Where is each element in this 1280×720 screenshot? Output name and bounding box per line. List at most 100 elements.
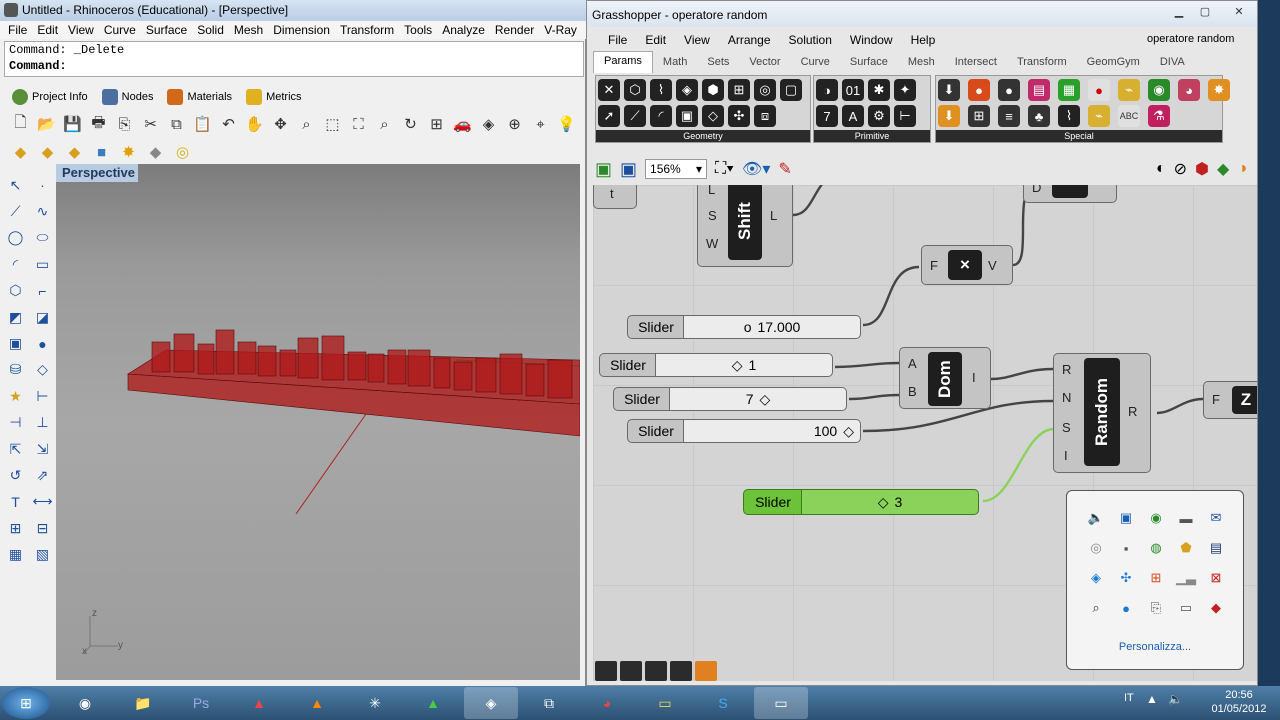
slider-17[interactable]: Slider o 17.000 <box>627 315 863 339</box>
box-param-icon[interactable]: ▣ <box>676 105 698 127</box>
shift-input-l[interactable]: L <box>708 185 715 197</box>
shield-icon[interactable]: ⬟ <box>1171 533 1201 563</box>
window-icon[interactable]: ▭ <box>1171 593 1201 623</box>
slider-1-track[interactable]: ◇ 1 <box>655 353 833 377</box>
perspective-viewport[interactable]: z x y <box>56 164 580 680</box>
download-icon[interactable]: ⬇ <box>938 79 960 101</box>
four-viewports-icon[interactable]: ⊞ <box>424 112 449 136</box>
gradient-icon[interactable]: ▤ <box>1028 79 1050 101</box>
preview-eye-icon[interactable]: 👁▾ <box>742 159 770 179</box>
tab-materials[interactable]: Materials <box>167 86 232 108</box>
explorer-taskbar-icon[interactable]: 📁 <box>116 687 170 719</box>
menu-edit[interactable]: Edit <box>33 21 64 39</box>
random-component[interactable]: R N S I Random R <box>1053 353 1151 473</box>
dom-output-i[interactable]: I <box>972 370 976 385</box>
undo-icon[interactable]: ↶ <box>216 112 241 136</box>
tree-icon[interactable]: ♣ <box>1028 105 1050 127</box>
vlc-taskbar-icon[interactable]: ▲ <box>290 687 344 719</box>
polygon-icon[interactable]: ⬡ <box>2 278 29 304</box>
number-param-icon[interactable]: ✱ <box>868 79 890 101</box>
tag-gray-icon[interactable]: ◆ <box>143 140 168 164</box>
random-output-r[interactable]: R <box>1128 404 1137 419</box>
gh-menu-help[interactable]: Help <box>902 29 945 51</box>
bottom-download-icon[interactable] <box>595 661 617 681</box>
shift-input-s[interactable]: S <box>708 208 717 223</box>
skype-tray-icon[interactable]: ● <box>1111 593 1141 623</box>
triangle-app-taskbar-icon[interactable]: ▲ <box>406 687 460 719</box>
tab-metrics[interactable]: Metrics <box>246 86 302 108</box>
tab-math[interactable]: Math <box>653 56 697 68</box>
sync-icon[interactable]: ✣ <box>1111 563 1141 593</box>
integer7-param-icon[interactable]: 7 <box>816 105 838 127</box>
menu-curve[interactable]: Curve <box>100 21 142 39</box>
gh-menu-window[interactable]: Window <box>841 29 902 51</box>
list-special-icon[interactable]: ≡ <box>998 105 1020 127</box>
trim-icon[interactable]: ⊢ <box>29 383 56 409</box>
curve-special-icon[interactable]: ⌇ <box>1058 105 1080 127</box>
menu-view[interactable]: View <box>64 21 100 39</box>
tag-add-icon[interactable]: ◆ <box>35 140 60 164</box>
menu-render[interactable]: Render <box>491 21 540 39</box>
join-icon[interactable]: ⊥ <box>29 410 56 436</box>
tab-transform[interactable]: Transform <box>1007 56 1077 68</box>
close-icon[interactable]: ✕ <box>1227 5 1251 19</box>
chrome-tray-icon[interactable]: ◉ <box>1141 503 1171 533</box>
volume-icon[interactable]: 🔈 <box>1081 503 1111 533</box>
menu-transform[interactable]: Transform <box>336 21 400 39</box>
arc-icon[interactable]: ◜ <box>2 251 29 277</box>
brep-param-icon[interactable]: ⬢ <box>702 79 724 101</box>
gh-menu-edit[interactable]: Edit <box>636 29 675 51</box>
paint-brush-icon[interactable]: ✎ <box>778 159 791 179</box>
slider-17-track[interactable]: o 17.000 <box>683 315 861 339</box>
path-param-icon[interactable]: ⚙ <box>868 105 890 127</box>
circle-param-icon[interactable]: ⬡ <box>624 79 646 101</box>
tab-intersect[interactable]: Intersect <box>945 56 1007 68</box>
red-button-icon[interactable]: ● <box>968 79 990 101</box>
minimize-icon[interactable]: ▁ <box>1167 5 1191 19</box>
multiply-output-v[interactable]: V <box>988 258 997 273</box>
gh-menu-solution[interactable]: Solution <box>780 29 841 51</box>
copy-tool-icon[interactable]: ⇲ <box>29 436 56 462</box>
colour-param-icon[interactable]: ✦ <box>894 79 916 101</box>
photoshop-taskbar-icon[interactable]: Ps <box>174 687 228 719</box>
tab-params[interactable]: Params <box>593 51 653 73</box>
cd-icon[interactable]: ◎ <box>1081 533 1111 563</box>
chrome-taskbar-icon[interactable]: ◉ <box>58 687 112 719</box>
fillet-icon[interactable]: ⌐ <box>29 278 56 304</box>
dark-sphere-icon[interactable]: ● <box>998 79 1020 101</box>
open-file-icon[interactable]: ▣ <box>595 159 612 180</box>
tab-geomgym[interactable]: GeomGym <box>1077 56 1150 68</box>
random-input-s[interactable]: S <box>1062 420 1071 435</box>
save-icon[interactable]: 💾 <box>60 112 85 136</box>
wireframe-icon[interactable]: ⊘ <box>1174 159 1187 179</box>
boolean-param-icon[interactable]: ◑ <box>816 79 838 101</box>
boolean-icon[interactable]: ★ <box>2 383 29 409</box>
maximize-icon[interactable]: ▢ <box>1193 5 1217 19</box>
sphere-icon[interactable]: ● <box>29 330 56 356</box>
tab-surface[interactable]: Surface <box>840 56 898 68</box>
random-input-r[interactable]: R <box>1062 362 1071 377</box>
geometry-param-icon[interactable]: ✕ <box>598 79 620 101</box>
menu-file[interactable]: File <box>4 21 33 39</box>
copy-icon[interactable]: ⧉ <box>164 112 189 136</box>
tab-vector[interactable]: Vector <box>739 56 790 68</box>
osnap-icon[interactable]: ⊕ <box>502 112 527 136</box>
windows-flag-icon[interactable]: ⊞ <box>1141 563 1171 593</box>
partial-component-left[interactable]: t <box>593 185 637 209</box>
shift-output-l[interactable]: L <box>770 208 777 223</box>
cut-icon[interactable]: ✂ <box>138 112 163 136</box>
slider-100-track[interactable]: 100 ◇ <box>683 419 861 443</box>
command-area[interactable]: Command: _Delete Command: <box>4 41 584 77</box>
menu-surface[interactable]: Surface <box>142 21 193 39</box>
monitor-icon[interactable]: ▤ <box>1201 533 1231 563</box>
surface-param-icon[interactable]: ◈ <box>676 79 698 101</box>
random-input-i[interactable]: I <box>1064 448 1068 463</box>
mesh-icon[interactable]: ◇ <box>29 357 56 383</box>
domain-param-icon[interactable]: ⊢ <box>894 105 916 127</box>
gh-menu-view[interactable]: View <box>675 29 719 51</box>
graph-mapper-icon[interactable]: ⌁ <box>1118 79 1140 101</box>
polyline-icon[interactable]: ⟋ <box>2 198 29 224</box>
sun-icon[interactable]: ✸ <box>116 140 141 164</box>
circle-tool-icon[interactable]: ◯ <box>2 225 29 251</box>
display-icon[interactable]: ▬ <box>1171 503 1201 533</box>
